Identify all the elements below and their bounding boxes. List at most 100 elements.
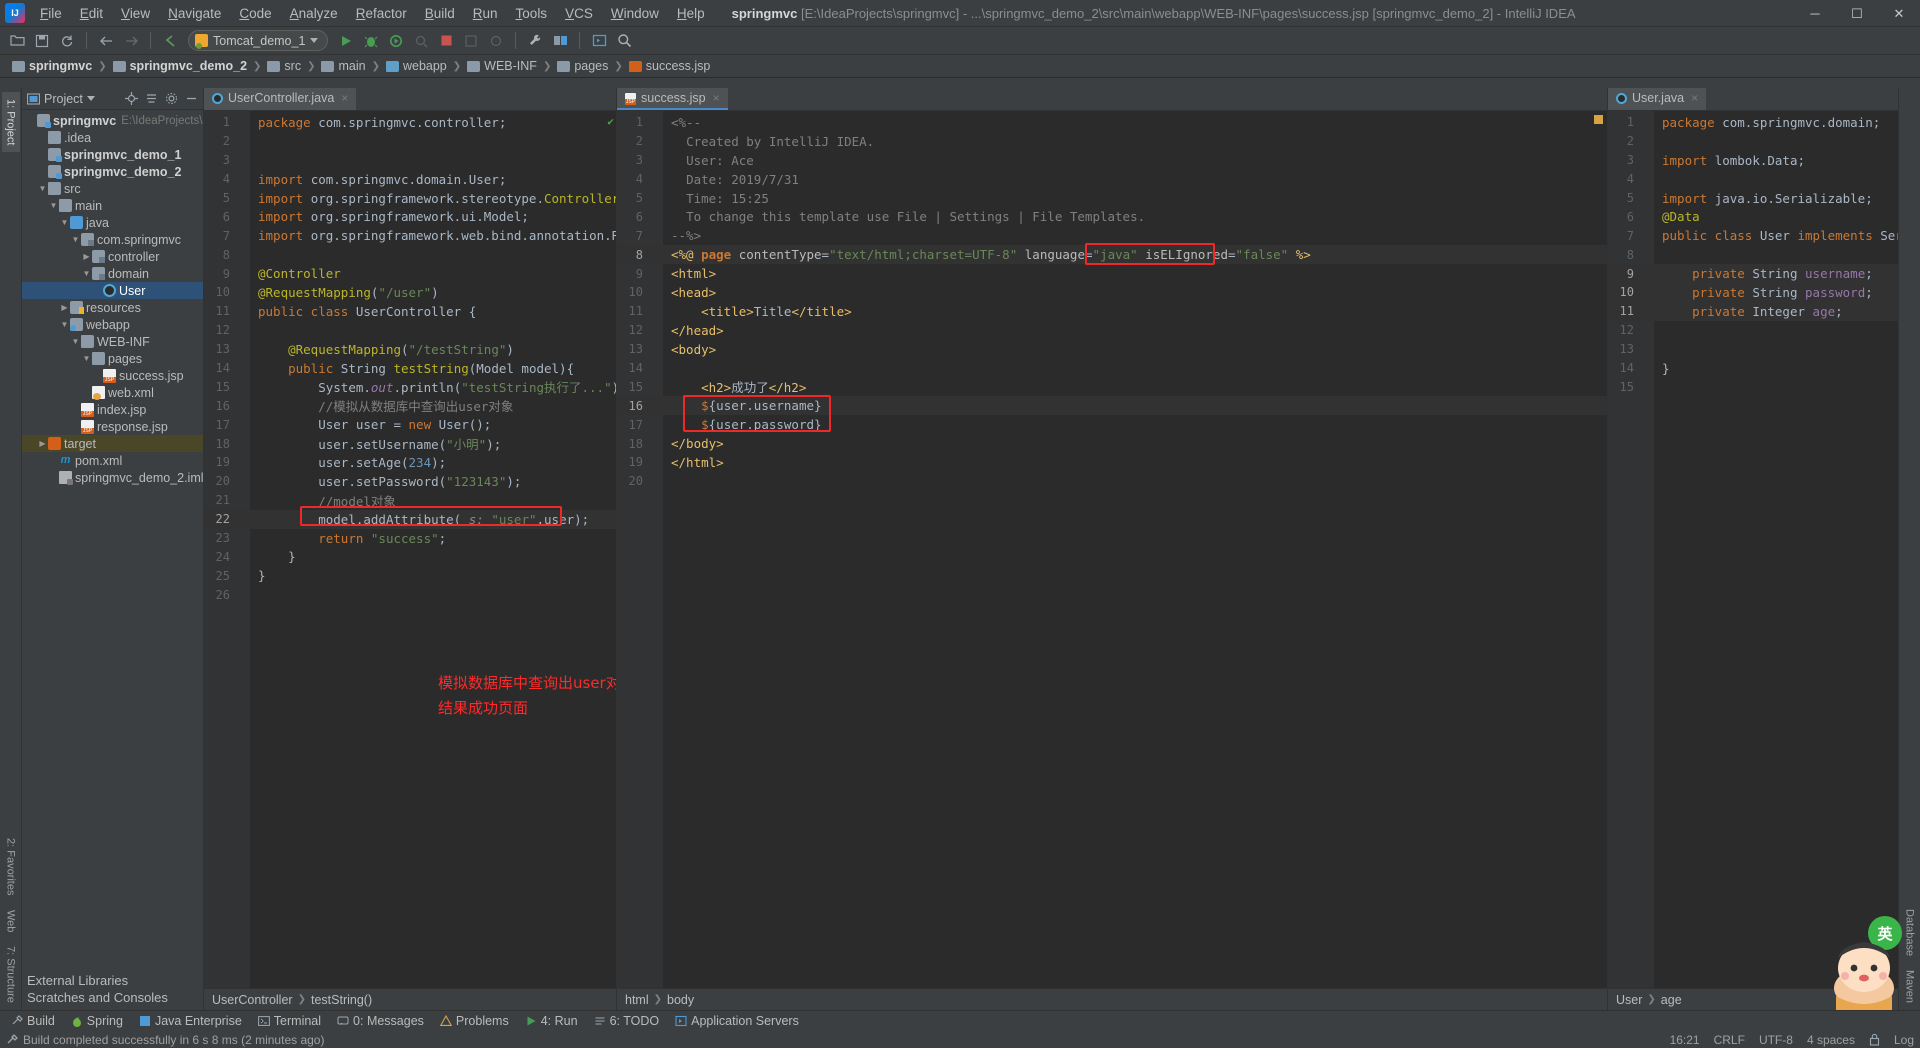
undo-icon[interactable] — [159, 30, 181, 52]
bottom-tool-problems[interactable]: Problems — [433, 1012, 516, 1030]
close-button[interactable]: ✕ — [1878, 0, 1920, 27]
open-folder-icon[interactable] — [6, 30, 28, 52]
tree-node-response-jsp[interactable]: response.jsp — [22, 418, 203, 435]
rail-item-7--structure[interactable]: 7: Structure — [2, 939, 20, 1010]
lock-icon[interactable] — [1869, 1033, 1880, 1046]
tree-node-java[interactable]: ▼ java — [22, 214, 203, 231]
rail-item-database[interactable]: Database — [1901, 902, 1919, 963]
menu-item-analyze[interactable]: Analyze — [281, 2, 347, 25]
tree-node-springmvc[interactable]: springmvc E:\IdeaProjects\springmvc — [22, 112, 203, 129]
bottom-tool-6--todo[interactable]: 6: TODO — [587, 1012, 667, 1030]
chevron-down-icon[interactable]: ▼ — [48, 200, 59, 211]
run-configuration-selector[interactable]: Tomcat_demo_1 — [188, 30, 329, 51]
menu-item-tools[interactable]: Tools — [507, 2, 557, 25]
tab-success-jsp[interactable]: success.jsp × — [617, 88, 728, 110]
step-into-icon[interactable] — [485, 30, 507, 52]
breadcrumb-item-body[interactable]: body — [667, 993, 694, 1007]
stop-icon[interactable] — [435, 30, 457, 52]
run-icon[interactable] — [335, 30, 357, 52]
menu-item-code[interactable]: Code — [230, 2, 280, 25]
tree-node-springmvc_demo_1[interactable]: springmvc_demo_1 — [22, 146, 203, 163]
sync-icon[interactable] — [56, 30, 78, 52]
menu-item-refactor[interactable]: Refactor — [347, 2, 416, 25]
breadcrumb-item-html[interactable]: html — [625, 993, 649, 1007]
close-icon[interactable]: × — [713, 91, 720, 105]
close-icon[interactable]: × — [341, 91, 348, 105]
chevron-right-icon[interactable]: ▶ — [59, 302, 70, 313]
tree-node-target[interactable]: ▶ target — [22, 435, 203, 452]
rail-item-1--project[interactable]: 1: Project — [1, 92, 20, 153]
tree-node-springmvc_demo_2-iml[interactable]: springmvc_demo_2.iml — [22, 469, 203, 486]
menu-item-build[interactable]: Build — [416, 2, 464, 25]
tree-node-pom-xml[interactable]: m pom.xml — [22, 452, 203, 469]
menu-item-help[interactable]: Help — [668, 2, 714, 25]
bottom-tool-spring[interactable]: Spring — [64, 1012, 130, 1030]
run-with-coverage-icon[interactable] — [385, 30, 407, 52]
status-line-separator[interactable]: CRLF — [1714, 1033, 1745, 1047]
code-editor-right[interactable]: 1 package com.springmvc.domain; 2 3 import l… — [1608, 111, 1898, 988]
search-everywhere-icon[interactable] — [613, 30, 635, 52]
tree-node-com-springmvc[interactable]: ▼ com.springmvc — [22, 231, 203, 248]
chevron-down-icon[interactable]: ▼ — [59, 319, 70, 330]
settings-gear-icon[interactable] — [165, 92, 178, 105]
project-panel-title-group[interactable]: Project — [27, 92, 95, 106]
chevron-right-icon[interactable]: ▶ — [37, 438, 48, 449]
menu-item-file[interactable]: File — [31, 2, 71, 25]
profile-icon[interactable] — [410, 30, 432, 52]
breadcrumb-webapp[interactable]: webapp — [382, 58, 451, 74]
tree-node-pages[interactable]: ▼ pages — [22, 350, 203, 367]
breadcrumb-pages[interactable]: pages — [553, 58, 612, 74]
hide-icon[interactable] — [185, 92, 198, 105]
tree-node-domain[interactable]: ▼ domain — [22, 265, 203, 282]
close-icon[interactable]: × — [1691, 91, 1698, 105]
menu-item-vcs[interactable]: VCS — [556, 2, 602, 25]
bottom-tool-0--messages[interactable]: 0: Messages — [330, 1012, 431, 1030]
bottom-tool-terminal[interactable]: Terminal — [251, 1012, 328, 1030]
chevron-down-icon[interactable]: ▼ — [81, 268, 92, 279]
chevron-right-icon[interactable]: ▶ — [81, 251, 92, 262]
back-arrow-icon[interactable] — [95, 30, 117, 52]
tab-user-java[interactable]: User.java × — [1608, 88, 1707, 110]
tree-node-springmvc_demo_2[interactable]: springmvc_demo_2 — [22, 163, 203, 180]
rail-item-2--favorites[interactable]: 2: Favorites — [2, 831, 20, 902]
menu-item-run[interactable]: Run — [464, 2, 507, 25]
chevron-down-icon[interactable]: ▼ — [70, 336, 81, 347]
save-all-icon[interactable] — [31, 30, 53, 52]
bottom-tool-build[interactable]: Build — [4, 1012, 62, 1030]
rail-item-web[interactable]: Web — [2, 903, 20, 939]
chevron-down-icon[interactable]: ▼ — [70, 234, 81, 245]
chevron-down-icon[interactable]: ▼ — [81, 353, 92, 364]
bottom-tool-4--run[interactable]: 4: Run — [518, 1012, 585, 1030]
status-encoding[interactable]: UTF-8 — [1759, 1033, 1793, 1047]
settings-wrench-icon[interactable] — [524, 30, 546, 52]
project-structure-icon[interactable] — [549, 30, 571, 52]
bottom-tool-application-servers[interactable]: Application Servers — [668, 1012, 806, 1030]
breadcrumb-item-teststring[interactable]: testString() — [311, 993, 372, 1007]
menu-item-window[interactable]: Window — [602, 2, 668, 25]
tree-node-resources[interactable]: ▶ resources — [22, 299, 203, 316]
breadcrumb-item-usercontroller[interactable]: UserController — [212, 993, 293, 1007]
tree-node-src[interactable]: ▼ src — [22, 180, 203, 197]
tree-node-web-inf[interactable]: ▼ WEB-INF — [22, 333, 203, 350]
tree-node-webapp[interactable]: ▼ webapp — [22, 316, 203, 333]
collapse-all-icon[interactable] — [145, 92, 158, 105]
tree-node-web-xml[interactable]: web.xml — [22, 384, 203, 401]
rail-item-maven[interactable]: Maven — [1901, 963, 1919, 1010]
chevron-down-icon[interactable]: ▼ — [37, 183, 48, 194]
breadcrumb-success-jsp[interactable]: success.jsp — [625, 58, 715, 74]
breadcrumb-item-age[interactable]: age — [1661, 993, 1682, 1007]
code-editor-left[interactable]: 1 package com.springmvc.controller; 2 3 4 imp… — [204, 111, 616, 988]
breadcrumb-web-inf[interactable]: WEB-INF — [463, 58, 541, 74]
tree-node-main[interactable]: ▼ main — [22, 197, 203, 214]
status-log-label[interactable]: Log — [1894, 1033, 1914, 1047]
project-tree[interactable]: springmvcE:\IdeaProjects\springmvc.ideas… — [22, 110, 203, 972]
tree-node-index-jsp[interactable]: index.jsp — [22, 401, 203, 418]
tree-node-controller[interactable]: ▶ controller — [22, 248, 203, 265]
chevron-down-icon[interactable]: ▼ — [59, 217, 70, 228]
locate-icon[interactable] — [125, 92, 138, 105]
menu-item-edit[interactable]: Edit — [71, 2, 112, 25]
step-over-icon[interactable] — [460, 30, 482, 52]
status-indent[interactable]: 4 spaces — [1807, 1033, 1855, 1047]
scratches-node[interactable]: Scratches and Consoles — [22, 989, 203, 1006]
breadcrumb-main[interactable]: main — [317, 58, 369, 74]
